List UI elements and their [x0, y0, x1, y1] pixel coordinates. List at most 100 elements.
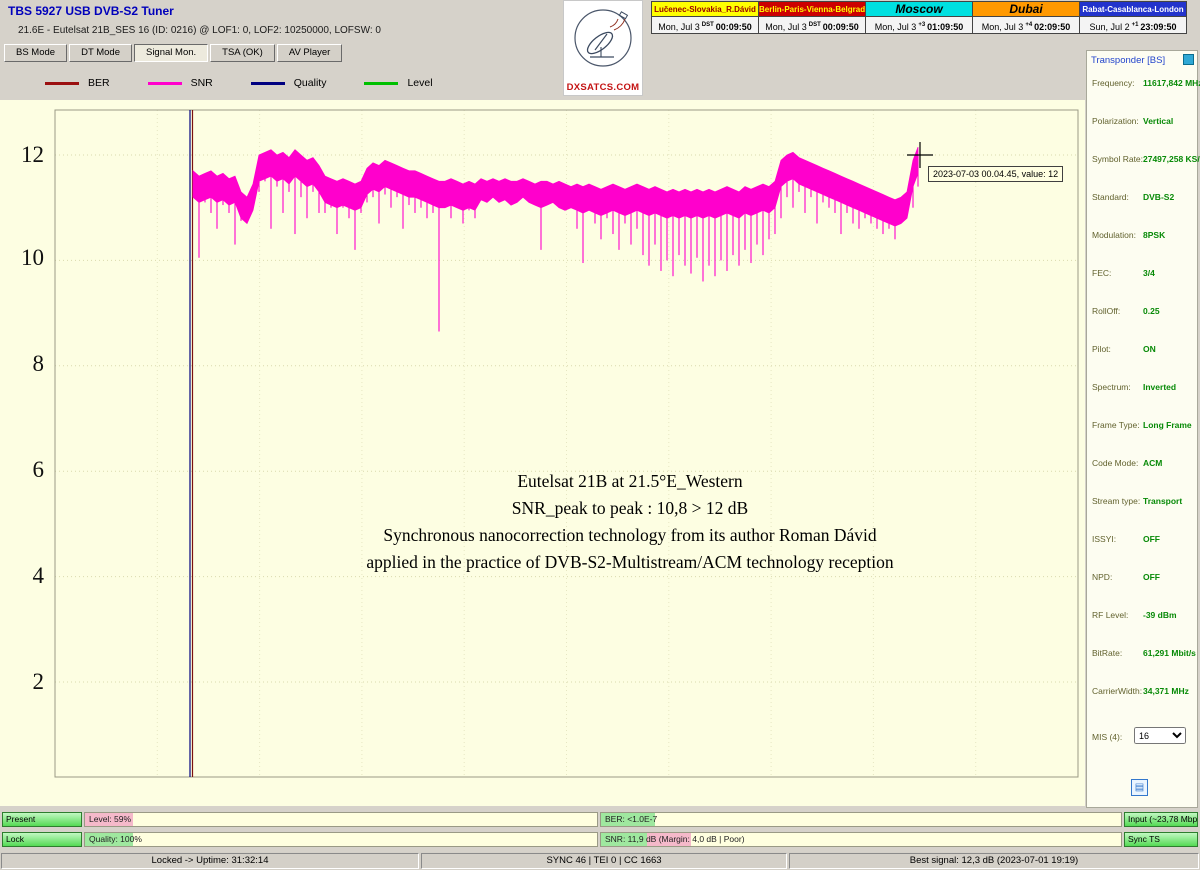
field-value: 27497,258 KS/s [1143, 154, 1200, 164]
clock-date: Sun, Jul 2 [1090, 22, 1130, 32]
field-issyi: ISSYI: OFF [1092, 534, 1195, 546]
tab-tsa[interactable]: TSA (OK) [210, 44, 275, 62]
clock-rabat: Rabat-Casablanca-London Sun, Jul 2+123:0… [1079, 1, 1187, 34]
clock-time: Mon, Jul 3+402:09:50 [973, 17, 1079, 33]
clock-time: Mon, Jul 3DST00:09:50 [652, 17, 758, 33]
field-modulation: Modulation:8PSK [1092, 230, 1195, 242]
field-value: 3/4 [1143, 268, 1155, 278]
field-code-mode: Code Mode:ACM [1092, 458, 1195, 470]
mis-select[interactable]: 16 [1134, 727, 1186, 744]
field-label: ISSYI: [1092, 534, 1116, 544]
snr-line-swatch [148, 82, 182, 85]
field-value: Long Frame [1143, 420, 1192, 430]
field-label: Modulation: [1092, 230, 1136, 240]
field-label: RF Level: [1092, 610, 1128, 620]
field-label: BitRate: [1092, 648, 1122, 658]
field-frame-type: Frame Type:Long Frame [1092, 420, 1195, 432]
clock-time: Mon, Jul 3+301:09:50 [866, 17, 972, 33]
lock-indicator: Lock [2, 832, 82, 847]
panel-header: Transponder [BS] [1091, 55, 1165, 66]
field-value: Vertical [1143, 116, 1173, 126]
clock-date: Mon, Jul 3 [765, 22, 807, 32]
field-label: Spectrum: [1092, 382, 1131, 392]
field-label: Stream type: [1092, 496, 1140, 506]
mode-tabs: BS Mode DT Mode Signal Mon. TSA (OK) AV … [4, 44, 342, 62]
clock-dubai: Dubai Mon, Jul 3+402:09:50 [972, 1, 1080, 34]
clock-offset: +3 [918, 22, 925, 28]
field-value: 0.25 [1143, 306, 1160, 316]
clock-city-label: Rabat-Casablanca-London [1080, 2, 1186, 17]
clock-time: Mon, Jul 3DST00:09:50 [759, 17, 865, 33]
clock-date: Mon, Jul 3 [658, 22, 700, 32]
annotation-line-4: applied in the practice of DVB-S2-Multis… [130, 549, 1130, 576]
annotation-line-1: Eutelsat 21B at 21.5°E_Western [130, 468, 1130, 495]
tuner-subtitle: 21.6E - Eutelsat 21B_SES 16 (ID: 0216) @… [18, 25, 381, 36]
status-uptime: Locked -> Uptime: 31:32:14 [1, 853, 419, 869]
field-value: 34,371 MHz [1143, 686, 1189, 696]
legend-quality: Quality [251, 77, 327, 89]
legend-ber: BER [45, 77, 110, 89]
field-rf-level: RF Level: -39 dBm [1092, 610, 1195, 622]
field-label: Symbol Rate: [1092, 154, 1143, 164]
field-label: FEC: [1092, 268, 1111, 278]
clock-time: Sun, Jul 2+123:09:50 [1080, 17, 1186, 33]
status-sync-counters: SYNC 46 | TEI 0 | CC 1663 [421, 853, 787, 869]
legend-level: Level [364, 77, 432, 89]
field-label: Frequency: [1092, 78, 1135, 88]
field-label: Pilot: [1092, 344, 1111, 354]
snr-progressbar: SNR: 11,9 dB (Margin: 4,0 dB | Poor) [600, 832, 1122, 847]
panel-corner-icon[interactable] [1183, 54, 1194, 65]
clock-offset: +1 [1132, 22, 1139, 28]
legend-label: Level [407, 77, 432, 89]
signal-monitor-chart[interactable]: 12 10 8 6 4 2 Eutelsat 21B at 21.5°E_Wes… [0, 100, 1085, 806]
field-npd: NPD:OFF [1092, 572, 1195, 584]
dxsatcs-logo: DXSATCS.COM [563, 0, 643, 96]
panel-tool-icon[interactable]: ▤ [1131, 779, 1148, 796]
snr-bar-label: SNR: 11,9 dB (Margin: 4,0 dB | Poor) [605, 833, 745, 846]
clock-hms: 02:09:50 [1034, 22, 1070, 32]
tab-av-player[interactable]: AV Player [277, 44, 343, 62]
y-tick-4: 4 [6, 563, 44, 589]
transponder-panel: Transponder [BS] Frequency:11617,842 MHz… [1086, 50, 1198, 808]
quality-line-swatch [251, 82, 285, 85]
quality-progressbar: Quality: 100% [84, 832, 598, 847]
quality-bar-label: Quality: 100% [89, 833, 142, 846]
tab-signal-mon[interactable]: Signal Mon. [134, 44, 208, 62]
field-label: CarrierWidth: [1092, 686, 1142, 696]
field-bitrate: BitRate: 61,291 Mbit/s [1092, 648, 1195, 660]
field-value: 61,291 Mbit/s [1143, 648, 1196, 658]
y-tick-2: 2 [6, 669, 44, 695]
y-tick-12: 12 [6, 142, 44, 168]
y-tick-6: 6 [6, 457, 44, 483]
mis-label: MIS (4): [1092, 732, 1122, 742]
clock-city-label: Moscow [866, 2, 972, 17]
field-label: Standard: [1092, 192, 1129, 202]
ber-progressbar: BER: <1.0E-7 [600, 812, 1122, 827]
tab-dt-mode[interactable]: DT Mode [69, 44, 132, 62]
field-value: Inverted [1143, 382, 1176, 392]
field-carrier-width: CarrierWidth:34,371 MHz [1092, 686, 1195, 698]
field-label: Code Mode: [1092, 458, 1138, 468]
legend-label: SNR [191, 77, 213, 89]
snr-trace-plot[interactable] [0, 100, 1085, 806]
chart-legend: BER SNR Quality Level [45, 74, 433, 92]
field-label: Polarization: [1092, 116, 1139, 126]
field-value: -39 dBm [1143, 610, 1177, 620]
field-value: OFF [1143, 534, 1160, 544]
present-indicator: Present [2, 812, 82, 827]
field-label: NPD: [1092, 572, 1112, 582]
field-value: Transport [1143, 496, 1182, 506]
annotation-line-2: SNR_peak to peak : 10,8 > 12 dB [130, 495, 1130, 522]
clock-hms: 00:09:50 [823, 22, 859, 32]
y-tick-8: 8 [6, 351, 44, 377]
tab-bs-mode[interactable]: BS Mode [4, 44, 67, 62]
level-bar-label: Level: 59% [89, 813, 131, 826]
field-value: 11617,842 MHz [1143, 78, 1200, 88]
clock-date: Mon, Jul 3 [982, 22, 1024, 32]
ber-bar-label: BER: <1.0E-7 [605, 813, 657, 826]
satellite-dish-icon [564, 1, 642, 81]
clock-lucenec: Lučenec-Slovakia_R.Dávid Mon, Jul 3DST00… [651, 1, 759, 34]
status-best-signal: Best signal: 12,3 dB (2023-07-01 19:19) [789, 853, 1199, 869]
clock-city-label: Berlin-Paris-Vienna-Belgrade [759, 2, 865, 17]
field-frequency: Frequency:11617,842 MHz [1092, 78, 1195, 90]
